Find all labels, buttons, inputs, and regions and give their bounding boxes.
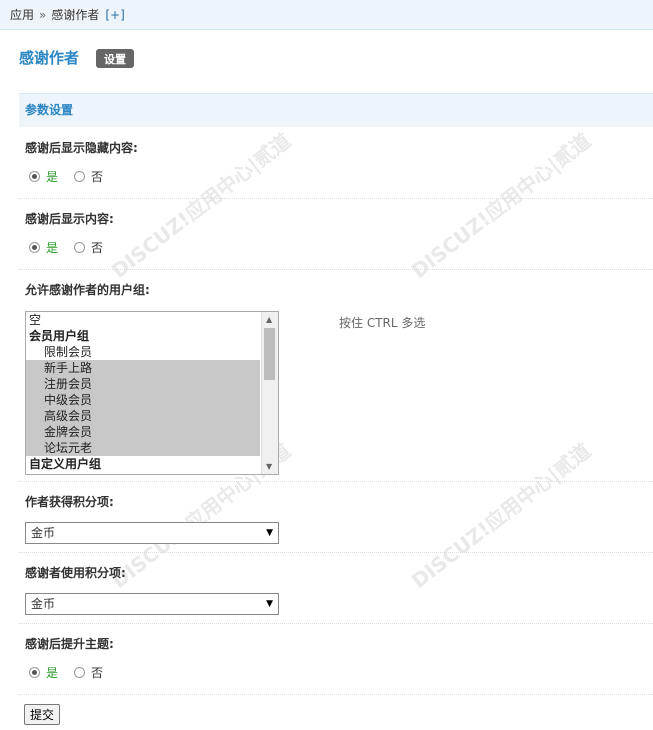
option-veteran[interactable]: 论坛元老: [26, 440, 260, 456]
show-hidden-yes-radio[interactable]: [29, 171, 40, 182]
allowed-groups-label: 允许感谢作者的用户组:: [25, 283, 150, 297]
multiselect-hint: 按住 CTRL 多选: [339, 316, 426, 330]
bump-topic-yes-label[interactable]: 是: [46, 664, 58, 681]
bump-topic-no-label[interactable]: 否: [91, 664, 103, 681]
divider: [19, 481, 653, 482]
show-content-yes-label[interactable]: 是: [46, 239, 58, 256]
section-header: 参数设置: [19, 93, 653, 127]
watermark: DISCUZ!应用中心|贰道: [406, 438, 596, 593]
option-senior[interactable]: 高级会员: [26, 408, 260, 424]
optgroup-member: 会员用户组: [29, 329, 90, 343]
bump-topic-yes-radio[interactable]: [29, 667, 40, 678]
author-credit-label: 作者获得积分项:: [25, 495, 114, 509]
thanker-credit-label: 感谢者使用积分项:: [25, 566, 126, 580]
bump-topic-no-radio[interactable]: [74, 667, 86, 678]
show-content-radio-group: 是 否: [29, 239, 103, 256]
usergroup-multiselect[interactable]: 空 会员用户组 限制会员 新手上路 注册会员 中级会员 高级会员 金牌会员 论坛…: [25, 311, 279, 475]
divider: [19, 198, 653, 199]
option-gold[interactable]: 金牌会员: [26, 424, 260, 440]
breadcrumb-separator: »: [39, 7, 47, 22]
bump-topic-label: 感谢后提升主题:: [25, 637, 114, 651]
thanker-credit-select[interactable]: 金币 ▼: [25, 593, 279, 615]
show-content-label: 感谢后显示内容:: [25, 212, 114, 226]
breadcrumb-current: 感谢作者: [51, 8, 100, 22]
author-credit-select[interactable]: 金币 ▼: [25, 522, 279, 544]
bump-topic-radio-group: 是 否: [29, 664, 103, 681]
scroll-down-icon[interactable]: ▼: [266, 462, 272, 471]
divider: [19, 552, 653, 553]
divider: [19, 623, 653, 624]
scrollbar-thumb[interactable]: [264, 328, 275, 380]
page-title: 感谢作者: [19, 49, 80, 67]
submit-button[interactable]: 提交: [24, 704, 60, 725]
settings-button[interactable]: 设置: [96, 49, 134, 68]
option-newbie[interactable]: 新手上路: [26, 360, 260, 376]
show-hidden-yes-label[interactable]: 是: [46, 168, 58, 185]
option-registered[interactable]: 注册会员: [26, 376, 260, 392]
watermark: DISCUZ!应用中心|贰道: [406, 128, 596, 283]
scroll-up-icon[interactable]: ▲: [266, 315, 272, 324]
show-hidden-label: 感谢后显示隐藏内容:: [25, 141, 138, 155]
listbox-scrollbar[interactable]: ▲ ▼: [261, 312, 278, 474]
divider: [19, 269, 653, 270]
option-intermediate[interactable]: 中级会员: [26, 392, 260, 408]
show-hidden-radio-group: 是 否: [29, 168, 103, 185]
breadcrumb: 应用 » 感谢作者 [+]: [0, 0, 653, 30]
chevron-down-icon: ▼: [266, 528, 273, 538]
breadcrumb-add-link[interactable]: [+]: [105, 8, 124, 22]
divider: [19, 694, 653, 695]
optgroup-custom: 自定义用户组: [29, 457, 102, 471]
show-content-no-label[interactable]: 否: [91, 239, 103, 256]
show-hidden-no-radio[interactable]: [74, 171, 86, 182]
option-empty[interactable]: 空: [26, 312, 278, 328]
chevron-down-icon: ▼: [266, 599, 273, 609]
show-content-yes-radio[interactable]: [29, 242, 40, 253]
thanker-credit-value: 金币: [31, 597, 56, 611]
show-hidden-no-label[interactable]: 否: [91, 168, 103, 185]
show-content-no-radio[interactable]: [74, 242, 86, 253]
breadcrumb-root[interactable]: 应用: [10, 6, 34, 23]
author-credit-value: 金币: [31, 526, 56, 540]
option-restricted[interactable]: 限制会员: [26, 344, 278, 360]
